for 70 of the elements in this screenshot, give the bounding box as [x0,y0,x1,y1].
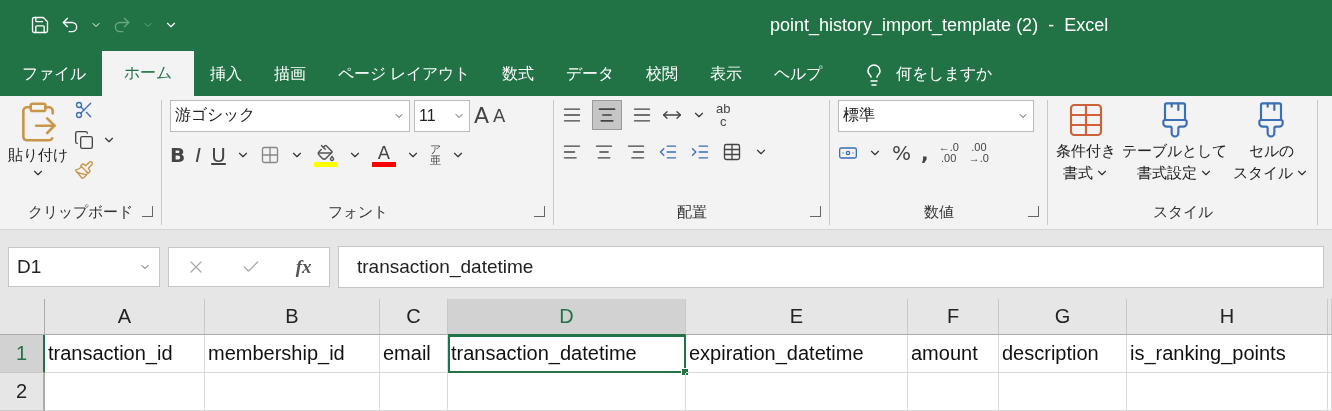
ribbon-tab[interactable]: ホーム [102,50,194,96]
group-label: スタイル [1151,201,1214,222]
column-header[interactable]: F [908,299,999,335]
name-box[interactable]: D1 [8,246,160,287]
tell-me-field[interactable]: 何をしますか [896,64,993,86]
formula-field[interactable]: transaction_datetime [338,245,1324,288]
column-header[interactable]: H [1127,299,1328,335]
column-header[interactable]: D [448,299,686,335]
bold-button[interactable]: B [170,145,186,166]
fill-color-icon[interactable] [313,143,338,167]
style-gallery-button[interactable]: テーブルとして 書式設定 [1122,99,1227,200]
ribbon-tab[interactable]: データ [550,53,631,96]
ribbon-tab[interactable]: 数式 [486,53,551,96]
italic-button[interactable]: I [195,145,202,166]
save-icon[interactable] [30,15,50,36]
table-cell: transaction_datetime [448,335,686,373]
font-size-field[interactable]: 11 [414,99,470,132]
group-label: フォント [170,199,545,226]
merge-cells-icon[interactable] [722,141,742,162]
table-cell: expiration_datetime [686,335,908,373]
fill-handle[interactable] [681,368,689,376]
ribbon-tab[interactable]: 校閲 [630,53,695,96]
ribbon-tab[interactable]: 挿入 [194,53,258,96]
ribbon-tab[interactable]: ファイル [6,53,102,96]
insert-function-button[interactable]: fx [295,255,312,278]
decrease-decimal-button[interactable]: .00 →.0 [968,141,989,164]
comma-button[interactable]: , [921,142,929,163]
shrink-font-button[interactable]: A [493,106,506,125]
row-header[interactable]: 2 [0,373,45,411]
column-header[interactable]: A [45,299,205,335]
dialog-launcher-icon[interactable] [1028,206,1039,218]
grow-font-button[interactable]: A [474,104,490,127]
table-cell [380,373,448,411]
ribbon-tab[interactable]: 描画 [258,53,322,96]
table-cell: transaction_id [45,335,205,373]
group-label: 配置 [562,199,821,226]
table-cell: amount [908,335,999,373]
group-label: クリップボード [8,199,153,226]
table-cell: membership_id [205,335,380,373]
table-cell: email [380,335,448,373]
font-name-field[interactable]: 游ゴシック [170,99,410,132]
column-header[interactable]: E [686,299,908,335]
paste-button[interactable]: 貼り付け [8,99,68,200]
table-cell: description [999,335,1127,373]
table-cell: is_ranking_points [1127,335,1328,373]
font-color-button[interactable]: A [371,143,396,167]
row-header[interactable]: 1 [0,335,45,373]
dialog-launcher-icon[interactable] [810,206,821,218]
ribbon-tab[interactable]: ヘルプ [758,53,839,96]
column-header[interactable]: C [380,299,448,335]
align-middle-button[interactable] [592,99,622,130]
window-title: point_history_import_template (2) - Excel [770,14,1109,36]
column-header[interactable]: B [205,299,380,335]
copy-icon[interactable] [74,129,94,150]
wrap-text-button[interactable]: ab c [716,101,731,128]
column-header[interactable]: G [999,299,1127,335]
style-gallery-button[interactable]: 条件付き 書式 [1056,99,1116,200]
ribbon-tab[interactable]: 表示 [694,53,759,96]
group-label: 数値 [838,199,1039,226]
dialog-launcher-icon[interactable] [534,206,545,218]
phonetic-button[interactable]: ア 亜 [429,144,441,167]
underline-button[interactable]: U [211,145,226,166]
percent-button[interactable]: % [892,142,911,163]
dialog-launcher-icon[interactable] [142,206,153,218]
style-gallery-button[interactable]: セルの スタイル [1233,99,1309,200]
ribbon-tab[interactable]: ページ レイアウト [322,53,487,96]
number-format-field[interactable]: 標準 [838,99,1034,132]
increase-decimal-button[interactable]: ←.0 .00 [938,141,959,164]
scissors-icon[interactable] [74,99,94,120]
borders-icon[interactable] [259,145,280,166]
